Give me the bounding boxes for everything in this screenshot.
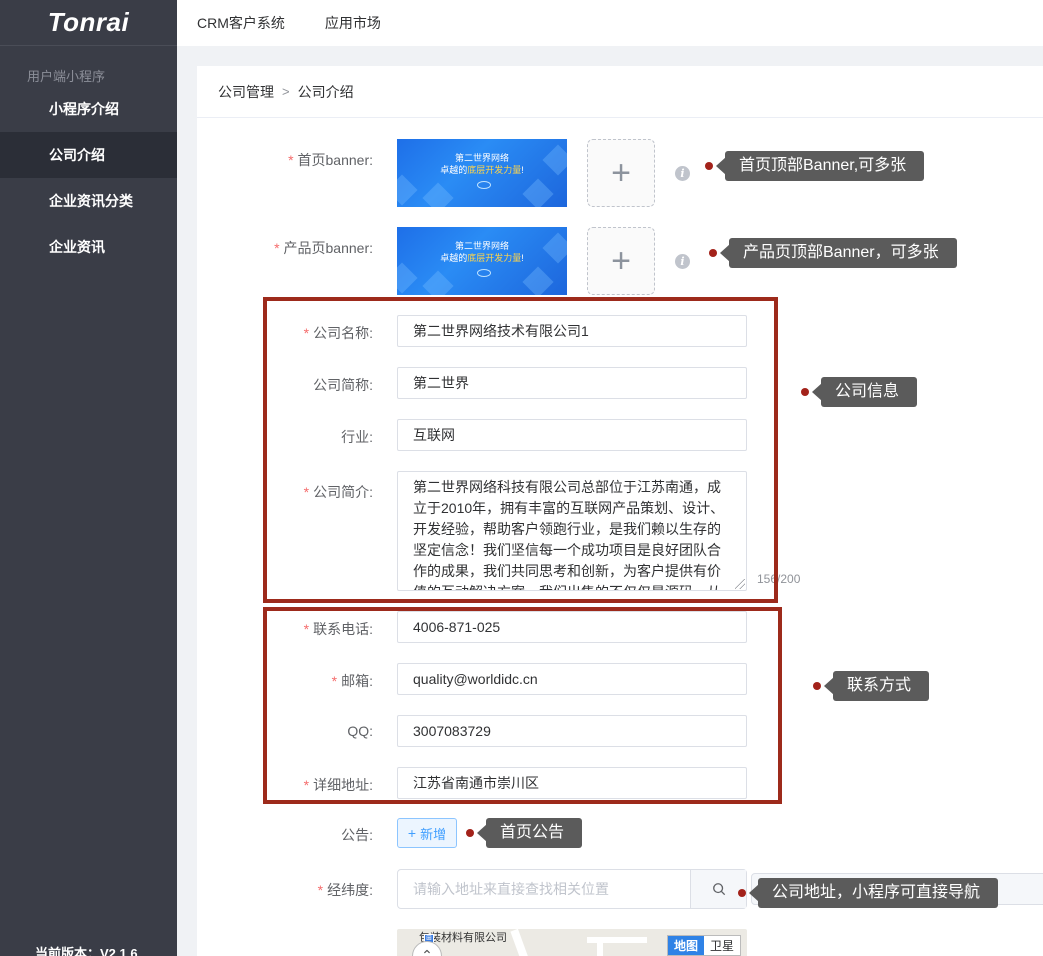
location-search-input[interactable]	[398, 870, 690, 908]
map-tab-map[interactable]: 地图	[667, 936, 704, 955]
plus-icon: +	[407, 825, 417, 841]
map-row: 包装材料有限公司 ⊞ ⌃ 地图 卫星	[197, 929, 1043, 956]
version-text: 当前版本：V2.1.6	[35, 946, 138, 956]
notice-label: 公告:	[341, 827, 373, 843]
sidebar-item-news-category[interactable]: 企业资讯分类	[0, 178, 177, 224]
search-button[interactable]	[690, 870, 746, 908]
callout-dot	[466, 829, 474, 837]
callout-company-info: 公司信息	[811, 377, 918, 407]
info-icon[interactable]: i	[675, 254, 690, 269]
callout-dot	[738, 889, 746, 897]
nav-crm[interactable]: CRM客户系统	[197, 13, 285, 33]
notice-row: 公告: + 新增	[197, 818, 1043, 848]
breadcrumb: 公司管理 > 公司介绍	[197, 66, 1043, 118]
map-type-toggle: 地图 卫星	[666, 935, 741, 956]
logo-text: Tonrai	[47, 7, 130, 37]
callout-dot	[709, 249, 717, 257]
callout-notice: 首页公告	[476, 818, 583, 848]
product-banner-image[interactable]: 第二世界网络 卓越的底层开发力量!	[397, 227, 567, 295]
location-search	[397, 869, 747, 909]
sidebar: Tonrai 用户端小程序 小程序介绍 公司介绍 企业资讯分类 企业资讯 当前版…	[0, 0, 177, 956]
product-banner-label: * 产品页banner:	[274, 240, 373, 256]
breadcrumb-current: 公司介绍	[297, 83, 354, 100]
top-nav: CRM客户系统 应用市场	[177, 0, 1043, 46]
callout-address: 公司地址，小程序可直接导航	[748, 878, 999, 908]
info-icon[interactable]: i	[675, 166, 690, 181]
contact-highlight	[263, 607, 782, 804]
map[interactable]: 包装材料有限公司 ⊞ ⌃ 地图 卫星	[397, 929, 747, 956]
callout-dot	[801, 388, 809, 396]
sidebar-item-company-intro[interactable]: 公司介绍	[0, 132, 177, 178]
sidebar-item-news[interactable]: 企业资讯	[0, 224, 177, 270]
add-notice-button[interactable]: + 新增	[397, 818, 457, 848]
nav-app-market[interactable]: 应用市场	[325, 13, 381, 33]
home-banner-image[interactable]: 第二世界网络 卓越的底层开发力量!	[397, 139, 567, 207]
plus-icon: +	[611, 242, 631, 280]
map-tab-satellite[interactable]: 卫星	[704, 936, 740, 955]
sidebar-item-miniprogram-intro[interactable]: 小程序介绍	[0, 86, 177, 132]
company-info-highlight	[263, 297, 778, 603]
latlng-label: * 经纬度:	[317, 882, 373, 898]
callout-product-banner: 产品页顶部Banner，可多张	[720, 238, 957, 268]
home-banner-label: * 首页banner:	[288, 152, 373, 168]
breadcrumb-separator: >	[282, 84, 290, 99]
callout-dot	[813, 682, 821, 690]
callout-contact: 联系方式	[823, 671, 930, 701]
callout-home-banner: 首页顶部Banner,可多张	[715, 151, 925, 181]
sidebar-group-label: 用户端小程序	[27, 69, 106, 84]
callout-dot	[705, 162, 713, 170]
search-icon	[712, 883, 725, 896]
product-banner-upload-button[interactable]: +	[587, 227, 655, 295]
logo: Tonrai	[0, 0, 177, 46]
home-banner-upload-button[interactable]: +	[587, 139, 655, 207]
plus-icon: +	[611, 154, 631, 192]
breadcrumb-parent[interactable]: 公司管理	[218, 82, 274, 102]
